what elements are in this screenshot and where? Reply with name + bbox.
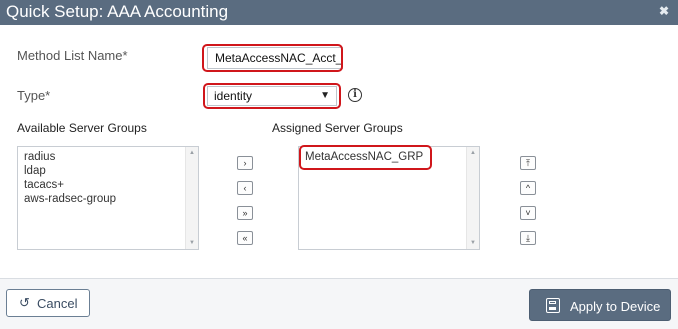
move-left-button[interactable]: ‹ — [237, 181, 253, 195]
list-item[interactable]: tacacs+ — [24, 178, 116, 192]
cancel-button[interactable]: ↺ Cancel — [6, 289, 90, 317]
list-item[interactable]: ldap — [24, 164, 116, 178]
scrollbar[interactable]: ▲ ▼ — [185, 147, 198, 249]
move-all-left-button[interactable]: « — [237, 231, 253, 245]
highlight-box — [299, 145, 432, 170]
list-item[interactable]: radius — [24, 150, 116, 164]
available-server-groups-list[interactable]: radius ldap tacacs+ aws-radsec-group ▲ ▼ — [17, 146, 199, 250]
move-all-right-button[interactable]: » — [237, 206, 253, 220]
type-label: Type* — [17, 88, 51, 103]
apply-button-label: Apply to Device — [570, 299, 661, 314]
scroll-down-icon[interactable]: ▼ — [186, 240, 198, 246]
assigned-server-groups-label: Assigned Server Groups — [272, 121, 403, 135]
method-list-name-label: Method List Name* — [17, 48, 128, 63]
info-icon[interactable]: i — [348, 88, 362, 102]
dialog-title: Quick Setup: AAA Accounting — [6, 2, 229, 21]
apply-to-device-button[interactable]: Apply to Device — [529, 289, 671, 321]
move-down-button[interactable]: ˅ — [520, 206, 536, 220]
highlight-box — [203, 83, 341, 109]
list-item[interactable]: aws-radsec-group — [24, 192, 116, 206]
cancel-button-label: Cancel — [37, 296, 78, 311]
scroll-down-icon[interactable]: ▼ — [467, 240, 479, 246]
move-up-button[interactable]: ^ — [520, 181, 536, 195]
undo-icon: ↺ — [19, 295, 30, 310]
move-right-button[interactable]: › — [237, 156, 253, 170]
available-server-groups-label: Available Server Groups — [17, 121, 147, 135]
close-icon[interactable]: ✖ — [659, 4, 669, 18]
dialog-title-bar: Quick Setup: AAA Accounting ✖ — [0, 0, 678, 25]
move-top-button[interactable]: ⤒ — [520, 156, 536, 170]
move-bottom-button[interactable]: ⤓ — [520, 231, 536, 245]
scroll-up-icon[interactable]: ▲ — [186, 150, 198, 156]
scrollbar[interactable]: ▲ ▼ — [466, 147, 479, 249]
scroll-up-icon[interactable]: ▲ — [467, 150, 479, 156]
highlight-box — [202, 44, 343, 72]
save-icon — [546, 298, 560, 313]
